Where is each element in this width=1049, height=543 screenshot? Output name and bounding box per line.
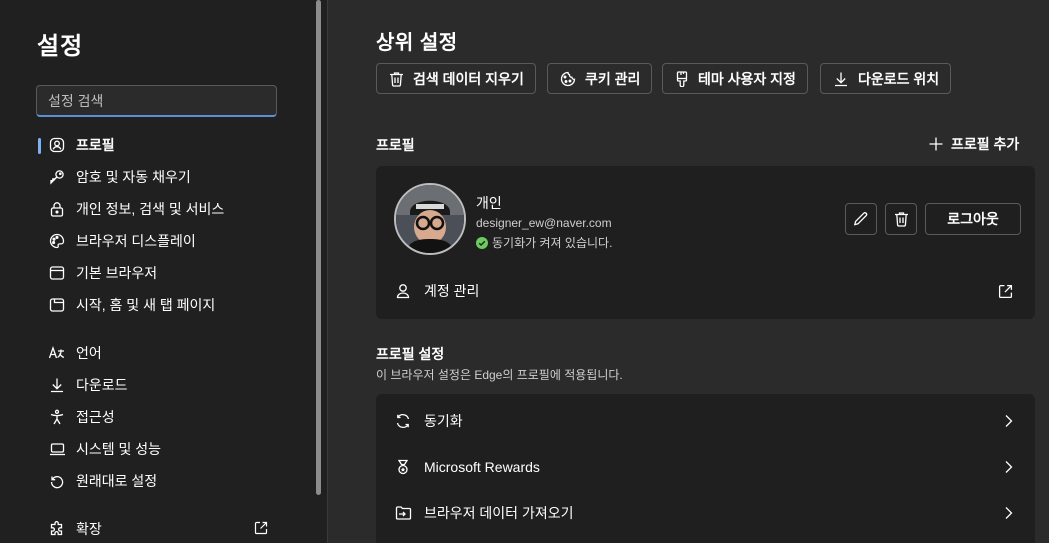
sidebar-item-new-tab[interactable]: 시작, 홈 및 새 탭 페이지 <box>48 291 215 319</box>
chevron-right-icon <box>1003 414 1013 428</box>
add-profile-label: 프로필 추가 <box>951 136 1020 152</box>
manage-cookies-button[interactable]: 쿠키 관리 <box>547 63 653 94</box>
page-title: 상위 설정 <box>376 32 458 54</box>
customize-theme-button[interactable]: 테마 사용자 지정 <box>662 63 808 94</box>
button-label: 쿠키 관리 <box>585 70 641 87</box>
person-icon <box>395 283 411 299</box>
sync-status-text: 동기화가 켜져 있습니다. <box>492 236 613 250</box>
sidebar-item-label: 브라우저 디스플레이 <box>76 233 196 249</box>
pencil-icon <box>853 211 869 227</box>
sidebar-item-passwords[interactable]: 암호 및 자동 채우기 <box>48 163 191 191</box>
sidebar-item-label: 접근성 <box>76 409 115 425</box>
sidebar: 설정 프로필 암호 및 자동 채우기 개인 정보, 검색 및 서비스 브라우저 … <box>0 0 328 543</box>
sidebar-item-downloads[interactable]: 다운로드 <box>48 371 128 399</box>
sidebar-item-label: 확장 <box>76 521 102 537</box>
sidebar-title: 설정 <box>37 33 84 60</box>
clear-browsing-data-button[interactable]: 검색 데이터 지우기 <box>376 63 536 94</box>
active-indicator <box>38 138 41 154</box>
download-location-button[interactable]: 다운로드 위치 <box>820 63 952 94</box>
check-circle-icon <box>476 236 488 249</box>
sidebar-item-default-browser[interactable]: 기본 브라우저 <box>48 259 157 287</box>
palette-icon <box>48 232 66 250</box>
microsoft-rewards-label: Microsoft Rewards <box>424 459 540 475</box>
manage-account-label: 계정 관리 <box>424 283 480 299</box>
reset-icon <box>48 472 66 490</box>
logout-button[interactable]: 로그아웃 <box>925 203 1021 235</box>
brush-icon <box>675 70 689 87</box>
plus-icon <box>929 137 943 151</box>
button-label: 다운로드 위치 <box>858 70 940 87</box>
sidebar-item-label: 원래대로 설정 <box>76 473 158 489</box>
sidebar-item-label: 암호 및 자동 채우기 <box>76 169 191 185</box>
new-tab-icon <box>48 296 66 314</box>
profile-name: 개인 <box>476 195 502 211</box>
profile-settings-title: 프로필 설정 <box>376 346 445 362</box>
chevron-right-icon <box>1003 506 1013 520</box>
open-external-icon[interactable] <box>254 521 268 535</box>
edit-profile-button[interactable] <box>845 203 877 235</box>
sync-row[interactable]: 동기화 <box>376 399 1035 443</box>
sync-row-label: 동기화 <box>424 413 463 429</box>
sidebar-item-label: 시작, 홈 및 새 탭 페이지 <box>76 297 216 313</box>
sidebar-item-label: 개인 정보, 검색 및 서비스 <box>76 201 225 217</box>
trash-icon <box>389 71 404 87</box>
button-label: 테마 사용자 지정 <box>698 70 796 87</box>
extension-icon <box>48 520 66 538</box>
import-browser-data-row[interactable]: 브라우저 데이터 가져오기 <box>376 491 1035 535</box>
microsoft-rewards-row[interactable]: Microsoft Rewards <box>376 445 1035 489</box>
sidebar-item-label: 기본 브라우저 <box>76 265 158 281</box>
sidebar-item-profile[interactable]: 프로필 <box>48 131 115 159</box>
profile-section-title: 프로필 <box>376 137 415 153</box>
sidebar-item-extensions[interactable]: 확장 <box>48 515 102 543</box>
cookie-icon <box>560 71 576 87</box>
sidebar-item-reset[interactable]: 원래대로 설정 <box>48 467 157 495</box>
sidebar-item-label: 프로필 <box>76 137 115 153</box>
sidebar-item-languages[interactable]: 언어 <box>48 339 102 367</box>
manage-account-row[interactable]: 계정 관리 <box>376 269 1035 313</box>
key-icon <box>48 168 66 186</box>
open-external-icon <box>998 284 1013 299</box>
profile-settings-description: 이 브라우저 설정은 Edge의 프로필에 적용됩니다. <box>376 368 623 382</box>
delete-profile-button[interactable] <box>885 203 917 235</box>
sidebar-item-appearance[interactable]: 브라우저 디스플레이 <box>48 227 196 255</box>
button-label: 검색 데이터 지우기 <box>413 70 524 87</box>
profile-email: designer_ew@naver.com <box>476 216 612 230</box>
download-icon <box>833 71 849 87</box>
language-icon <box>48 344 66 362</box>
sync-icon <box>395 413 411 429</box>
download-icon <box>48 376 66 394</box>
sidebar-item-privacy[interactable]: 개인 정보, 검색 및 서비스 <box>48 195 224 223</box>
avatar[interactable] <box>394 183 466 255</box>
accessibility-icon <box>48 408 66 426</box>
lock-icon <box>48 200 66 218</box>
import-icon <box>395 505 412 521</box>
sidebar-item-label: 시스템 및 성능 <box>76 441 162 457</box>
sync-status: 동기화가 켜져 있습니다. <box>476 234 612 251</box>
chevron-right-icon <box>1003 460 1013 474</box>
add-profile-button[interactable]: 프로필 추가 <box>929 134 1019 154</box>
import-browser-data-label: 브라우저 데이터 가져오기 <box>424 505 574 521</box>
sidebar-item-accessibility[interactable]: 접근성 <box>48 403 115 431</box>
browser-icon <box>48 264 66 282</box>
laptop-icon <box>48 440 66 458</box>
settings-search-input[interactable] <box>36 85 277 117</box>
profile-icon <box>48 136 66 154</box>
trash-icon <box>894 211 909 227</box>
sidebar-item-label: 언어 <box>76 345 102 361</box>
sidebar-item-label: 다운로드 <box>76 377 128 393</box>
sidebar-item-system[interactable]: 시스템 및 성능 <box>48 435 161 463</box>
sidebar-scrollbar[interactable] <box>316 0 321 495</box>
medal-icon <box>395 459 411 475</box>
